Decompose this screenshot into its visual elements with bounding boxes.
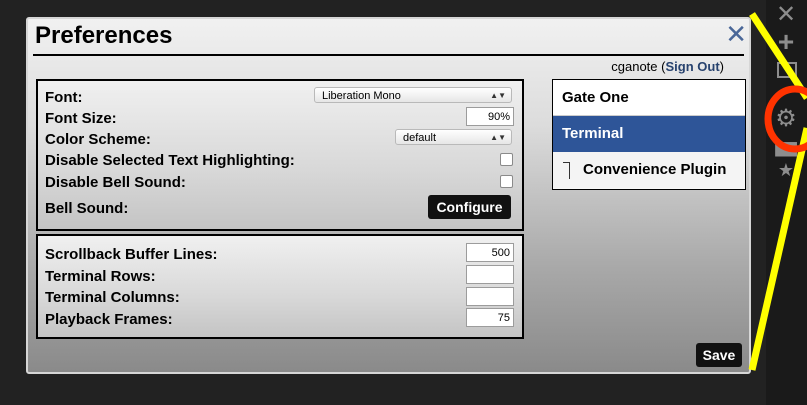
username: cganote (611, 59, 658, 74)
terminal-rows-label: Terminal Rows: (45, 268, 156, 285)
user-info: cganote (Sign Out) (611, 59, 724, 74)
updown-icon: ▲▼ (490, 91, 506, 100)
terminal-columns-label: Terminal Columns: (45, 289, 180, 306)
updown-icon: ▲▼ (490, 133, 506, 142)
disable-highlight-label: Disable Selected Text Highlighting: (45, 152, 295, 169)
font-select-value: Liberation Mono (322, 90, 401, 102)
font-select[interactable]: Liberation Mono ▲▼ (314, 87, 512, 103)
bracket-icon (563, 162, 570, 179)
disable-bell-label: Disable Bell Sound: (45, 174, 186, 191)
color-scheme-label: Color Scheme: (45, 131, 151, 148)
general-preferences-panel: Font: Liberation Mono ▲▼ Font Size: Colo… (36, 79, 524, 231)
playback-frames-label: Playback Frames: (45, 311, 173, 328)
grid-icon[interactable]: ▇▇ (773, 140, 799, 157)
playback-frames-field[interactable] (466, 308, 514, 327)
plugin-item-gate-one[interactable]: Gate One (553, 80, 745, 116)
save-button[interactable]: Save (696, 343, 742, 367)
bell-sound-label: Bell Sound: (45, 200, 129, 217)
close-icon[interactable]: ✕ (725, 19, 747, 50)
disable-highlight-checkbox[interactable] (500, 153, 513, 166)
toolbar: ✕ + ⚙ ▇▇ ★ (766, 0, 807, 405)
plus-icon[interactable]: + (773, 26, 799, 58)
color-scheme-value: default (403, 132, 437, 144)
configure-button[interactable]: Configure (428, 195, 511, 219)
font-size-field[interactable] (466, 107, 514, 126)
plugin-list: Gate One Terminal Convenience Plugin (552, 79, 746, 190)
close-icon[interactable]: ✕ (773, 0, 799, 29)
terminal-preferences-panel: Scrollback Buffer Lines: Terminal Rows: … (36, 234, 524, 339)
preferences-dialog: Preferences ✕ cganote (Sign Out) Font: L… (26, 17, 751, 374)
plugin-item-terminal[interactable]: Terminal (553, 116, 745, 152)
terminal-rows-field[interactable] (466, 265, 514, 284)
font-size-label: Font Size: (45, 110, 117, 127)
disable-bell-checkbox[interactable] (500, 175, 513, 188)
close-paren: ) (719, 59, 724, 74)
plugin-item-convenience-label: Convenience Plugin (583, 161, 727, 178)
color-scheme-select[interactable]: default ▲▼ (395, 129, 512, 145)
scrollback-label: Scrollback Buffer Lines: (45, 246, 218, 263)
star-icon[interactable]: ★ (773, 160, 799, 181)
terminal-icon[interactable] (777, 62, 797, 78)
font-label: Font: (45, 89, 83, 106)
dialog-title: Preferences (35, 22, 173, 49)
title-divider (33, 54, 744, 56)
terminal-columns-field[interactable] (466, 287, 514, 306)
plugin-item-convenience[interactable]: Convenience Plugin (553, 152, 745, 188)
gear-icon[interactable]: ⚙ (773, 104, 799, 133)
scrollback-field[interactable] (466, 243, 514, 262)
sign-out-link[interactable]: Sign Out (665, 59, 719, 74)
